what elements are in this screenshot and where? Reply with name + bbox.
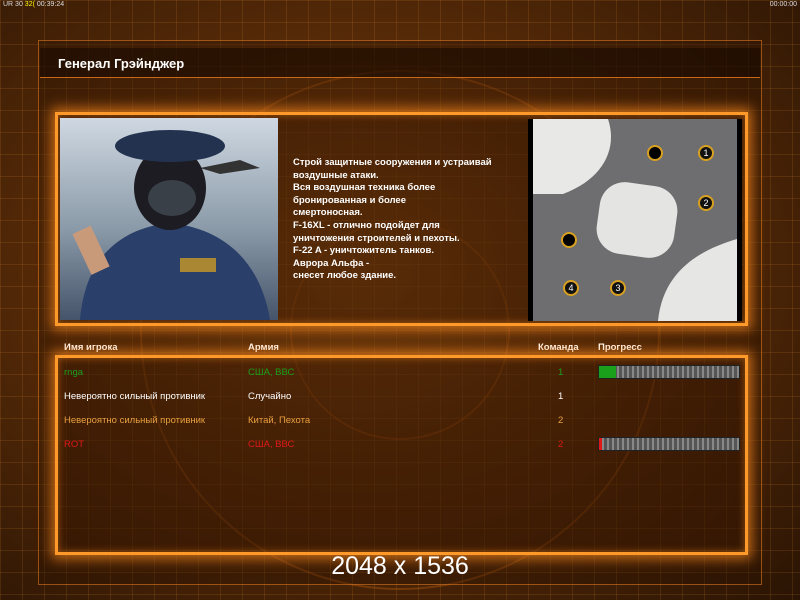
player-name: ROT [64,439,85,450]
general-description: Строй защитные сооружения и устраивай во… [293,157,492,282]
header-team: Команда [538,342,579,353]
resolution-label: 2048 x 1536 [331,552,469,580]
player-name: rnga [64,367,84,378]
start-position-2: 2 [698,195,714,211]
status-value: 32( [24,1,35,8]
empty-start-position [561,232,577,248]
player-name: Невероятно сильный противник [64,391,206,402]
progress-fill [599,438,602,450]
player-row: rnga США, ВВС 1 [64,365,744,381]
players-panel [55,355,748,555]
player-row: ROT США, ВВС 2 [64,437,744,453]
status-fps: UR 30 [3,1,23,8]
start-position-3: 3 [610,280,626,296]
start-position-1: 1 [698,145,714,161]
svg-text:3: 3 [615,283,620,293]
general-title: Генерал Грэйнджер [40,48,760,78]
start-position-4: 4 [563,280,579,296]
player-army: Китай, Пехота [248,415,311,426]
player-team: 2 [558,439,564,450]
svg-text:4: 4 [568,283,573,293]
svg-text:1: 1 [703,148,708,158]
general-portrait [60,118,278,320]
status-time: 00:39:24 [36,1,65,8]
header-player-name: Имя игрока [64,342,118,353]
player-army: США, ВВС [248,439,295,450]
progress-fill [599,366,616,378]
svg-text:2: 2 [703,198,708,208]
player-army: США, ВВС [248,367,295,378]
player-team: 1 [558,367,564,378]
player-row: Невероятно сильный противник Китай, Пехо… [64,415,744,429]
player-team: 1 [558,391,564,402]
status-clock: 00:00:00 [769,1,797,8]
player-name: Невероятно сильный противник [64,415,206,426]
progress-bar [598,437,740,451]
player-army: Случайно [248,391,292,402]
player-team: 2 [558,415,564,426]
progress-bar [598,365,740,379]
status-bar: UR 30 32( 00:39:24 00:00:00 [0,0,800,10]
header-army: Армия [248,342,279,353]
header-progress: Прогресс [598,342,642,353]
player-row: Невероятно сильный противник Случайно 1 [64,391,744,405]
empty-start-position [647,145,663,161]
map-preview: 1 2 3 4 [528,119,742,321]
